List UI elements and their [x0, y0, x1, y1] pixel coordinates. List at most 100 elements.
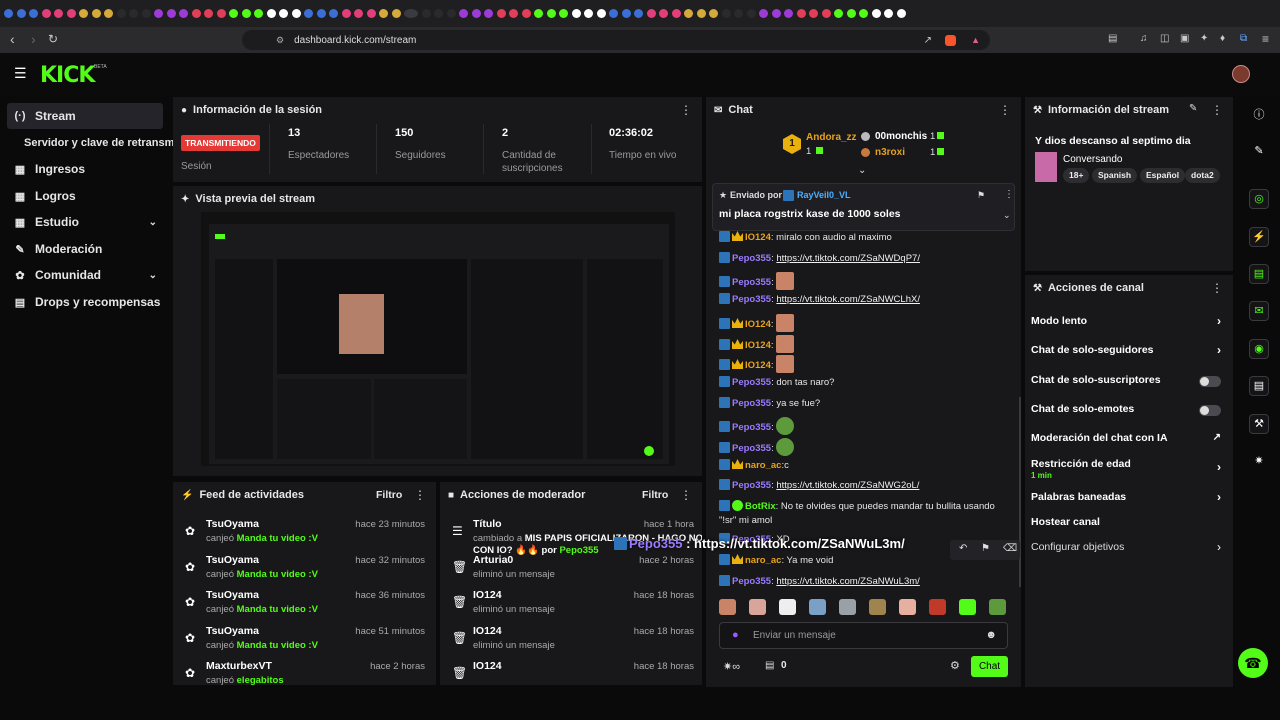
browser-tab-icon[interactable] — [484, 9, 493, 18]
browser-tab-icon[interactable] — [771, 9, 781, 18]
chat-username[interactable]: BotRix — [745, 501, 776, 512]
leader-name[interactable]: Andora_zz — [806, 132, 857, 143]
browser-tab-icon[interactable] — [141, 9, 151, 18]
channel-action-palabras-baneadas[interactable]: Palabras baneadas › — [1031, 490, 1229, 507]
browser-tab-icon[interactable] — [734, 9, 743, 18]
browser-tab-icon[interactable] — [571, 9, 581, 18]
kebab-menu-icon[interactable]: ⋮ — [1211, 103, 1223, 117]
info-circle-icon[interactable]: ⓘ — [1249, 105, 1269, 125]
kebab-menu-icon[interactable]: ⋮ — [1004, 189, 1014, 200]
browser-tab-icon[interactable] — [341, 9, 351, 18]
browser-tab-icon[interactable] — [29, 9, 38, 18]
chat-username[interactable]: Pepo355 — [732, 377, 771, 388]
sidebar-toggle-icon[interactable]: ▤ — [1108, 33, 1117, 44]
hamburger-icon[interactable]: ☰ — [14, 65, 27, 82]
chevron-right-icon[interactable]: › — [1217, 343, 1221, 357]
browser-tab-icon[interactable] — [834, 9, 843, 18]
chat-link[interactable]: https://vt.tiktok.com/ZSaNWCLhX/ — [776, 294, 920, 305]
browser-tab-icon[interactable] — [534, 9, 543, 18]
avatar[interactable] — [1232, 65, 1250, 83]
stream-preview-video[interactable] — [201, 212, 675, 466]
browser-tab-icon[interactable] — [709, 9, 718, 18]
chat-input[interactable]: ● Enviar un mensaje ☻ — [719, 622, 1008, 649]
browser-tab-icon[interactable] — [621, 9, 631, 18]
browser-tab-icon[interactable] — [291, 9, 301, 18]
external-link-icon[interactable]: ↗ — [1213, 432, 1221, 443]
browser-tab-icon[interactable] — [646, 9, 656, 18]
settings-gear-icon[interactable]: ⚙ — [950, 659, 960, 672]
chevron-right-icon[interactable]: › — [1217, 490, 1221, 504]
channel-action-configurar-objetivos[interactable]: Configurar objetivos › — [1031, 540, 1229, 557]
chevron-down-icon[interactable]: ⌄ — [1003, 210, 1011, 221]
browser-tab-icon[interactable] — [459, 9, 468, 18]
document-icon[interactable]: ▤ — [1249, 264, 1269, 284]
edit-pencil-icon[interactable]: ✎ — [1249, 141, 1269, 161]
chevron-right-icon[interactable]: › — [1217, 540, 1221, 554]
channel-action-modo-lento[interactable]: Modo lento › — [1031, 314, 1229, 331]
chat-username[interactable]: IO124 — [745, 340, 771, 351]
chat-message[interactable]: IO124: — [719, 355, 795, 373]
chat-message[interactable]: Pepo355: don tas naro? — [719, 376, 834, 388]
kebab-menu-icon[interactable]: ⋮ — [1211, 281, 1223, 295]
browser-tab-icon[interactable] — [546, 9, 556, 18]
category-thumbnail[interactable] — [1035, 152, 1057, 182]
chat-message[interactable]: Pepo355: https://vt.tiktok.com/ZSaNWG2oL… — [719, 479, 919, 491]
mod-target[interactable]: Arturia0 — [473, 554, 513, 566]
browser-tab-icon[interactable] — [16, 9, 26, 18]
community-icon[interactable]: ✷∞ — [723, 660, 740, 673]
browser-tab-icon[interactable] — [91, 9, 101, 18]
kebab-menu-icon[interactable]: ⋮ — [414, 488, 426, 502]
browser-tab-icon[interactable] — [329, 9, 338, 18]
quick-emote-icon[interactable] — [959, 599, 976, 615]
kick-logo[interactable]: KICK — [40, 63, 95, 88]
browser-tab-icon[interactable] — [4, 9, 13, 18]
chat-message[interactable]: IO124: — [719, 314, 795, 332]
browser-tab-icon[interactable] — [884, 9, 893, 18]
browser-tab-icon[interactable] — [559, 9, 568, 18]
face-emote-icon[interactable] — [776, 355, 795, 373]
feed-user[interactable]: TsuOyama — [206, 518, 259, 530]
address-bar[interactable]: ⚙ dashboard.kick.com/stream ↗ ▲ — [242, 30, 990, 50]
chat-message[interactable]: naro_ac:c — [719, 459, 789, 471]
browser-tab-icon[interactable] — [471, 9, 481, 18]
vpn-icon[interactable]: ⧉ — [1240, 33, 1247, 44]
quick-emote-icon[interactable] — [719, 599, 736, 615]
browser-tab-icon[interactable] — [871, 9, 881, 18]
chat-message[interactable]: Pepo355: — [719, 438, 795, 456]
forward-icon[interactable]: › — [31, 31, 36, 47]
feed-user[interactable]: TsuOyama — [206, 625, 259, 637]
pin-icon[interactable]: ⚑ — [981, 543, 990, 554]
extensions-icon[interactable]: ♦ — [1220, 33, 1225, 44]
delete-icon[interactable]: ⌫ — [1003, 543, 1017, 554]
quick-emote-icon[interactable] — [809, 599, 826, 615]
chat-send-button[interactable]: Chat — [971, 656, 1008, 677]
chevron-right-icon[interactable]: › — [1217, 460, 1221, 474]
broadcast-icon[interactable]: ◉ — [1249, 339, 1269, 359]
browser-tab-icon[interactable] — [229, 9, 238, 18]
chat-username[interactable]: IO124 — [745, 232, 771, 243]
leader-name[interactable]: n3roxi — [875, 147, 905, 158]
browser-tab-icon[interactable] — [521, 9, 531, 18]
mod-target[interactable]: IO124 — [473, 660, 502, 672]
chat-username[interactable]: Pepo355 — [732, 576, 771, 587]
browser-tab-icon[interactable] — [279, 9, 288, 18]
browser-tab-icon[interactable] — [821, 9, 831, 18]
brave-shield-icon[interactable] — [945, 34, 956, 46]
mod-target[interactable]: Título — [473, 518, 502, 530]
browser-tab-icon[interactable] — [809, 9, 818, 18]
channel-action-chat-de-solo-seguidores[interactable]: Chat de solo-seguidores › — [1031, 343, 1229, 360]
browser-tab-icon[interactable] — [166, 9, 176, 18]
chat-message[interactable]: IO124: miralo con audio al maximo — [719, 231, 892, 243]
browser-tab-icon[interactable] — [354, 9, 363, 18]
reload-icon[interactable]: ↻ — [48, 32, 58, 46]
site-info-icon[interactable]: ⚙ — [276, 35, 284, 46]
browser-tab-icon[interactable] — [671, 9, 681, 18]
browser-tab-icon[interactable] — [684, 9, 693, 18]
browser-tab-icon[interactable] — [79, 9, 88, 18]
chat-username[interactable]: IO124 — [745, 360, 771, 371]
share-icon[interactable]: ↗ — [924, 35, 932, 46]
leo-icon[interactable]: ✦ — [1200, 33, 1208, 44]
browser-tab-icon[interactable] — [104, 9, 113, 18]
mic-icon[interactable]: ● — [732, 629, 739, 641]
browser-tab-icon[interactable] — [191, 9, 201, 18]
